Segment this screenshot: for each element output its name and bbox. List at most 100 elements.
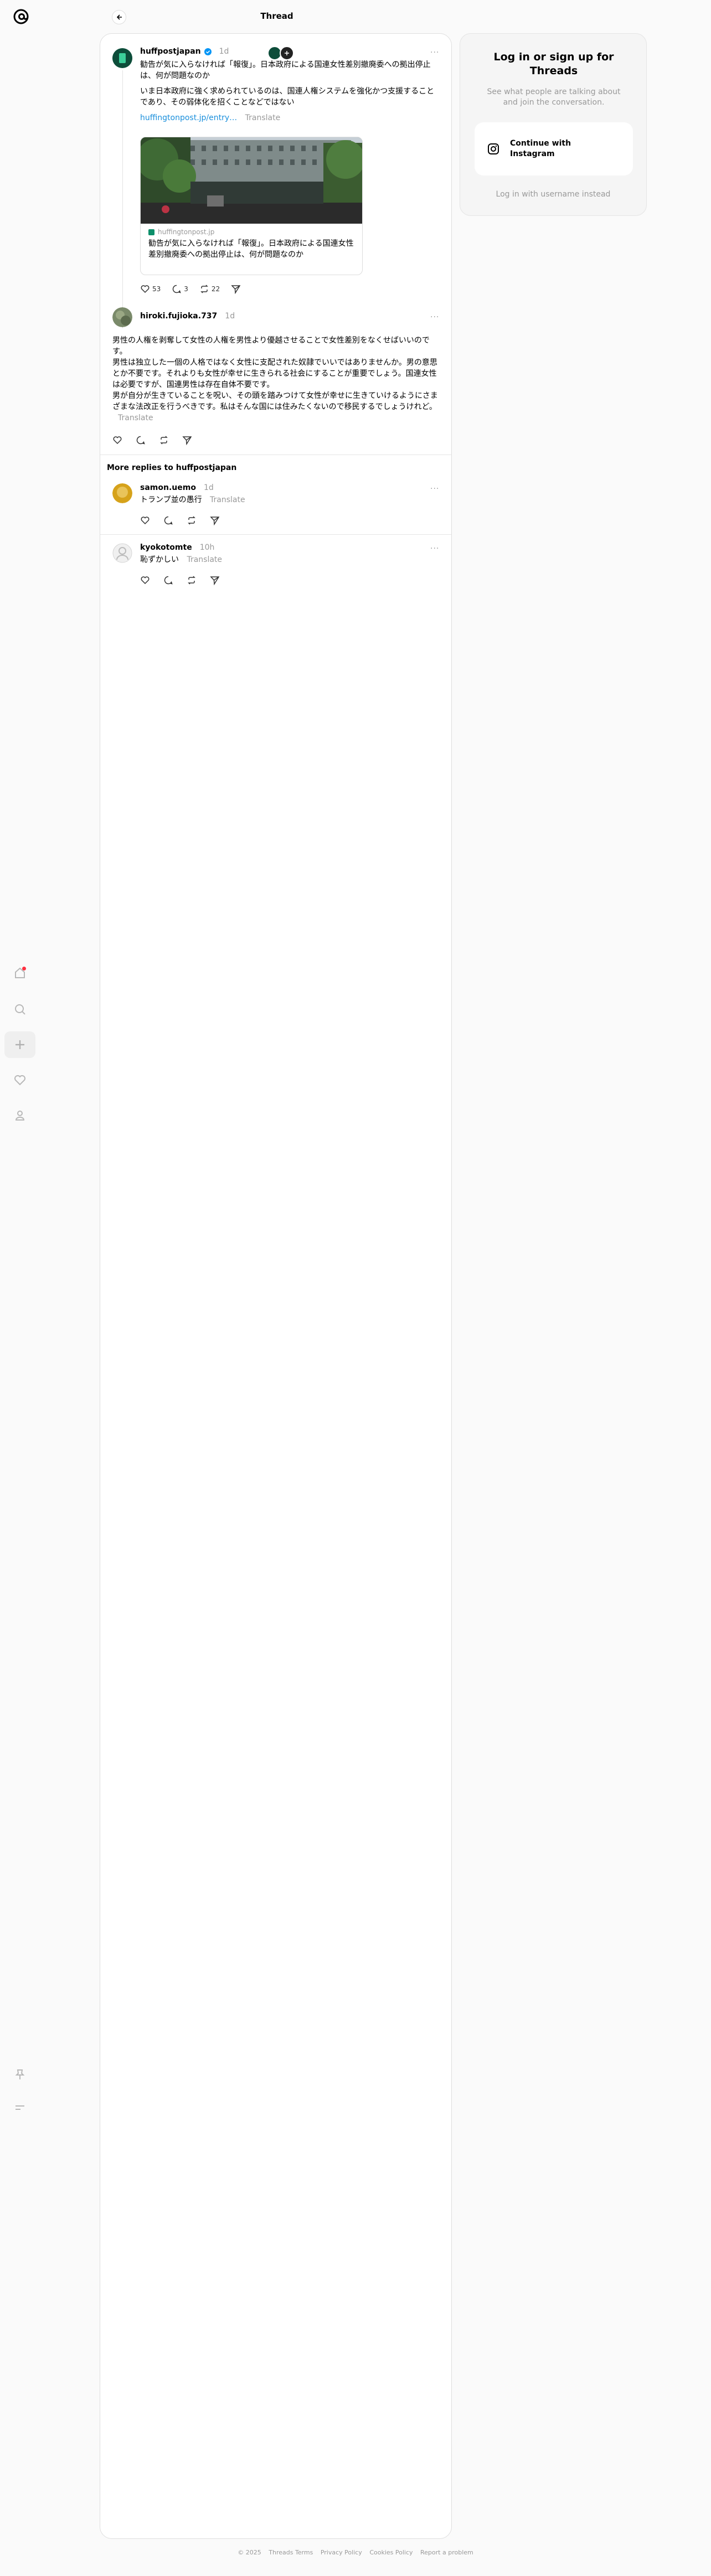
post-link[interactable]: huffingtonpost.jp/entry…: [140, 113, 237, 122]
post-link-row: huffingtonpost.jp/entry… Translate: [140, 112, 280, 123]
repost-count: 22: [211, 285, 220, 293]
reply-text-row: 恥ずかしい Translate: [140, 554, 222, 565]
reply-line: 男が自分が生きていることを呪い、その頭を踏みつけて女性が幸せに生きていけるように…: [112, 390, 439, 424]
heart-icon[interactable]: [112, 435, 122, 445]
reply-header: kyokotomte 10h: [140, 543, 214, 552]
arrow-left-icon: [116, 14, 122, 20]
avatar[interactable]: [112, 307, 132, 327]
login-username-link[interactable]: Log in with username instead: [460, 190, 646, 199]
username[interactable]: huffpostjapan: [140, 47, 201, 56]
copyright: © 2025: [238, 2549, 261, 2556]
login-subtitle: See what people are talking about and jo…: [487, 87, 621, 107]
repost-icon[interactable]: [159, 435, 169, 445]
timestamp: 10h: [199, 543, 215, 552]
home-icon[interactable]: [11, 964, 29, 983]
timestamp: 1d: [219, 47, 229, 56]
translate-link[interactable]: Translate: [187, 555, 222, 564]
translate-link[interactable]: Translate: [210, 495, 245, 504]
footer-report-link[interactable]: Report a problem: [420, 2549, 473, 2556]
username[interactable]: kyokotomte: [140, 543, 192, 552]
activity-heart-icon[interactable]: [11, 1071, 29, 1090]
avatar[interactable]: [112, 483, 132, 503]
continue-with-instagram-label: Continue with Instagram: [510, 139, 571, 158]
site-favicon-icon: [148, 229, 154, 235]
username[interactable]: samon.uemo: [140, 483, 196, 492]
instagram-icon: [488, 143, 499, 154]
continue-with-instagram-button[interactable]: Continue with Instagram: [475, 122, 633, 175]
repost-icon[interactable]: [187, 515, 197, 525]
more-options-icon[interactable]: ···: [430, 484, 439, 493]
repost-button[interactable]: 22: [199, 284, 220, 294]
translate-link[interactable]: Translate: [245, 113, 281, 122]
profile-icon[interactable]: [11, 1106, 29, 1125]
translate-link[interactable]: Translate: [118, 414, 153, 422]
more-options-icon[interactable]: ···: [430, 48, 439, 57]
reply-text: 男性の人権を剥奪して女性の人権を男性より優越させることで女性差別をなくせばいいの…: [112, 335, 439, 424]
link-preview-image: [141, 137, 362, 224]
menu-icon[interactable]: [11, 2098, 29, 2117]
send-icon: [231, 285, 241, 294]
create-icon[interactable]: [4, 1031, 35, 1058]
like-count: 53: [152, 285, 161, 293]
comment-icon[interactable]: [163, 515, 173, 525]
footer-terms-link[interactable]: Threads Terms: [269, 2549, 313, 2556]
more-replies-heading: More replies to huffpostjapan: [107, 463, 237, 472]
search-icon[interactable]: [11, 1000, 29, 1019]
like-button[interactable]: 53: [140, 284, 161, 294]
link-preview-body: huffingtonpost.jp 勧告が気に入らなければ「報復」。日本政府によ…: [141, 224, 362, 265]
thread-line: [122, 70, 123, 328]
more-options-icon[interactable]: ···: [430, 313, 439, 322]
send-icon[interactable]: [182, 435, 192, 445]
post-actions: 53 3 22: [140, 284, 241, 294]
username[interactable]: hiroki.fujioka.737: [140, 312, 217, 321]
reply-button[interactable]: 3: [172, 284, 188, 294]
page-title: Thread: [260, 11, 293, 21]
footer: © 2025 Threads Terms Privacy Policy Cook…: [0, 2549, 711, 2556]
reply-line: 男性は独立した一個の人格ではなく女性に支配された奴隷でいいではありませんか。男の…: [112, 358, 437, 389]
heart-icon: [141, 285, 150, 293]
comment-icon[interactable]: [163, 575, 173, 585]
share-button[interactable]: [231, 284, 241, 294]
post-text: 勧告が気に入らなければ「報復」。日本政府による国連女性差別撤廃委への拠出停止は、…: [140, 60, 431, 80]
reply-line-text: 男が自分が生きていることを呪い、その頭を踏みつけて女性が幸せに生きていけるように…: [112, 391, 438, 411]
reply-text: トランプ並の愚行: [140, 495, 202, 504]
threads-logo-icon[interactable]: [11, 7, 31, 27]
add-icon: [280, 46, 294, 60]
login-panel: Log in or sign up for Threads See what p…: [460, 33, 647, 216]
verified-badge-icon: [204, 48, 212, 55]
timestamp: 1d: [203, 483, 214, 492]
footer-privacy-link[interactable]: Privacy Policy: [321, 2549, 362, 2556]
send-icon[interactable]: [210, 515, 220, 525]
back-button[interactable]: [112, 10, 126, 24]
link-preview-card[interactable]: huffingtonpost.jp 勧告が気に入らなければ「報復」。日本政府によ…: [140, 137, 363, 275]
send-icon[interactable]: [210, 575, 220, 585]
reply-line: 男性の人権を剥奪して女性の人権を男性より優越させることで女性差別をなくせばいいの…: [112, 336, 430, 356]
more-options-icon[interactable]: ···: [430, 544, 439, 553]
divider: [100, 534, 451, 535]
link-preview-domain-row: huffingtonpost.jp: [148, 228, 354, 236]
thread-column: huffpostjapan 1d ··· 勧告が気に入らなければ「報復」。日本政…: [100, 33, 452, 2539]
avatar[interactable]: [112, 543, 132, 563]
pin-icon[interactable]: [11, 2065, 29, 2084]
reply-actions: [140, 515, 220, 525]
link-preview-domain: huffingtonpost.jp: [158, 228, 215, 236]
post-text: いま日本政府に強く求められているのは、国連人権システムを強化かつ支援することであ…: [140, 87, 435, 107]
comment-icon: [173, 285, 181, 293]
heart-icon[interactable]: [140, 575, 150, 585]
reply-actions: [112, 435, 192, 445]
heart-icon[interactable]: [140, 515, 150, 525]
reply-text-row: トランプ並の愚行 Translate: [140, 494, 245, 505]
repost-icon[interactable]: [187, 575, 197, 585]
login-title: Log in or sign up for Threads: [493, 51, 614, 77]
avatar[interactable]: [112, 48, 132, 68]
timestamp: 1d: [225, 312, 235, 321]
reply-actions: [140, 575, 220, 585]
footer-cookies-link[interactable]: Cookies Policy: [369, 2549, 413, 2556]
comment-icon[interactable]: [136, 435, 146, 445]
post-header: huffpostjapan 1d: [140, 47, 229, 56]
reply-header: hiroki.fujioka.737 1d: [140, 312, 235, 321]
notification-dot: [22, 967, 26, 970]
reply-text: 恥ずかしい: [140, 555, 179, 564]
repost-icon: [200, 285, 208, 293]
reaction-avatars: [267, 46, 294, 60]
